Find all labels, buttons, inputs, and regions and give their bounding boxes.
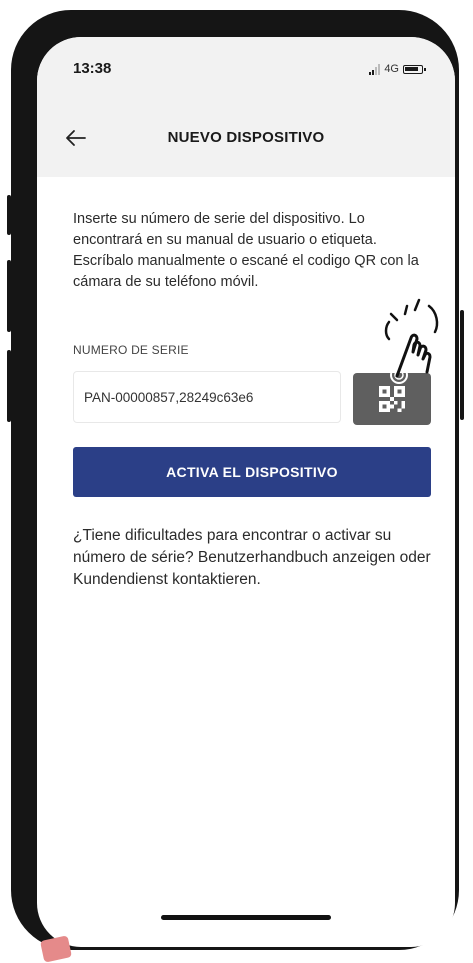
phone-screen: 13:38 4G NUEVO DISPOSITIVO Inserte su nú… <box>37 37 455 947</box>
instructions-text: Inserte su número de serie del dispositi… <box>73 211 419 290</box>
mute-switch <box>7 195 11 235</box>
background-object <box>40 935 72 963</box>
network-type: 4G <box>384 63 399 75</box>
signal-icon <box>369 63 381 75</box>
qr-code-icon <box>379 386 405 412</box>
help-text[interactable]: ¿Tiene dificultades para encontrar o act… <box>73 525 435 591</box>
page-title: NUEVO DISPOSITIVO <box>167 129 325 146</box>
volume-down-button <box>7 350 11 422</box>
status-indicators: 4G <box>369 63 426 75</box>
scan-qr-button[interactable] <box>353 373 431 425</box>
phone-frame: 13:38 4G NUEVO DISPOSITIVO Inserte su nú… <box>11 10 459 950</box>
home-indicator[interactable] <box>161 915 331 920</box>
power-button <box>460 310 464 420</box>
battery-icon <box>403 64 426 74</box>
status-bar: 13:38 4G <box>37 37 455 99</box>
status-time: 13:38 <box>73 60 112 77</box>
volume-up-button <box>7 260 11 332</box>
activate-device-button[interactable]: ACTIVA EL DISPOSITIVO <box>73 447 431 497</box>
serial-number-input[interactable] <box>73 371 341 423</box>
nav-header: NUEVO DISPOSITIVO <box>37 99 455 177</box>
serial-number-label: NUMERO DE SERIE <box>73 343 189 357</box>
